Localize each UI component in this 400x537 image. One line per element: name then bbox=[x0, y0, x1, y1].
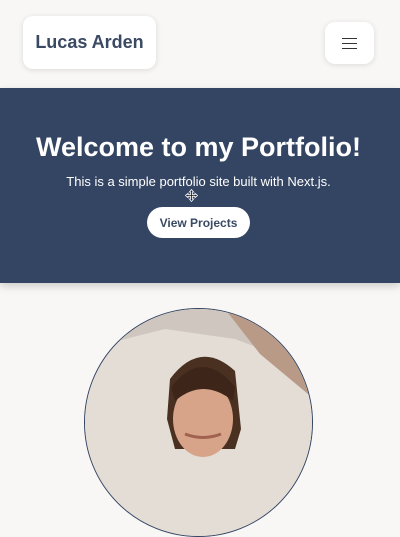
brand-name: Lucas Arden bbox=[35, 32, 144, 52]
profile-photo bbox=[84, 308, 313, 537]
hamburger-menu-icon bbox=[342, 37, 357, 50]
brand-logo-link[interactable]: Lucas Arden bbox=[23, 16, 156, 69]
hero-title: Welcome to my Portfolio! bbox=[35, 132, 362, 162]
site-header: Lucas Arden bbox=[0, 0, 400, 88]
profile-photo-illustration bbox=[85, 309, 312, 536]
menu-button[interactable] bbox=[325, 22, 374, 64]
hero-section: Welcome to my Portfolio! This is a simpl… bbox=[0, 88, 400, 283]
view-projects-button[interactable]: View Projects bbox=[147, 207, 250, 238]
hero-subtitle: This is a simple portfolio site built wi… bbox=[66, 174, 331, 189]
move-cursor-icon bbox=[185, 189, 198, 202]
